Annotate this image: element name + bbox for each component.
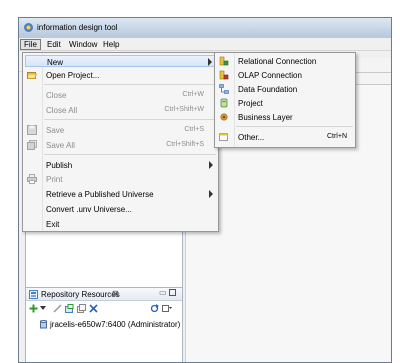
save-all-icon — [27, 140, 37, 150]
menu-file[interactable]: File — [20, 39, 41, 50]
data-foundation-icon — [219, 84, 229, 94]
project-icon — [220, 98, 228, 108]
menu-item-new[interactable]: New — [25, 55, 218, 67]
menu-item-label: Publish — [46, 161, 73, 170]
view-menu-icon[interactable] — [162, 304, 172, 313]
new-submenu: Relational Connection OLAP Connection Da… — [214, 52, 356, 148]
menu-item-print[interactable]: Print — [23, 173, 218, 185]
repository-toolbar — [26, 302, 182, 315]
shortcut-label: Ctrl+N — [326, 133, 347, 140]
menu-window[interactable]: Window — [66, 39, 100, 50]
minimize-icon[interactable]: ▭ — [159, 288, 167, 297]
menu-item-project[interactable]: Project — [215, 97, 355, 109]
menu-item-label: Exit — [46, 220, 60, 229]
repository-resources-panel: Repository Resources ⊠ ▭ jracelis-e650w7… — [25, 287, 183, 362]
refresh-icon[interactable] — [150, 304, 159, 313]
menu-separator — [44, 154, 216, 155]
menu-item-label: Print — [46, 175, 63, 184]
other-wizard-icon — [219, 133, 228, 141]
add-session-icon[interactable] — [29, 304, 38, 313]
menu-item-label: Close All — [46, 106, 78, 115]
menu-item-label: Business Layer — [238, 113, 293, 122]
menu-item-convert-universe[interactable]: Convert .unv Universe... — [23, 203, 218, 215]
menu-item-label: Save All — [46, 141, 75, 150]
menu-item-label: Data Foundation — [238, 85, 298, 94]
menu-item-label: Relational Connection — [238, 57, 317, 66]
file-menu: New Open Project... Close Ctrl+W Close A… — [22, 52, 219, 232]
menu-item-label: Retrieve a Published Universe — [46, 190, 154, 199]
menu-item-publish[interactable]: Publish — [23, 159, 218, 171]
shortcut-label: Ctrl+Shift+S — [166, 141, 204, 148]
menu-item-olap-connection[interactable]: OLAP Connection — [215, 69, 355, 81]
submenu-arrow-icon — [209, 161, 213, 169]
menu-item-label: Convert .unv Universe... — [46, 205, 132, 214]
menu-item-business-layer[interactable]: Business Layer — [215, 111, 355, 123]
menu-help[interactable]: Help — [100, 39, 122, 50]
menu-item-label: OLAP Connection — [238, 71, 302, 80]
menu-item-label: Open Project... — [46, 71, 100, 80]
delete-icon[interactable] — [89, 304, 98, 313]
open-folder-icon — [27, 72, 37, 79]
window-title: information design tool — [37, 23, 118, 32]
menu-item-retrieve-universe[interactable]: Retrieve a Published Universe — [23, 188, 218, 200]
business-layer-icon — [220, 113, 228, 121]
close-tab-icon[interactable]: ⊠ — [112, 289, 119, 298]
menu-item-save-all[interactable]: Save All Ctrl+Shift+S — [23, 139, 218, 151]
shortcut-label: Ctrl+W — [182, 91, 204, 98]
menu-item-label: Save — [46, 126, 65, 135]
menu-item-save[interactable]: Save Ctrl+S — [23, 124, 218, 136]
repository-header: Repository Resources ⊠ ▭ — [26, 288, 182, 301]
shortcut-label: Ctrl+S — [184, 126, 204, 133]
session-label: jracelis-e650w7:6400 (Administrator) — [50, 320, 181, 329]
menu-item-other[interactable]: Other... Ctrl+N — [215, 131, 355, 143]
maximize-icon[interactable] — [169, 289, 176, 296]
menu-item-exit[interactable]: Exit — [23, 218, 218, 230]
print-icon — [27, 174, 37, 184]
menu-edit[interactable]: Edit — [44, 39, 64, 50]
repository-title: Repository Resources — [41, 290, 120, 299]
relational-connection-icon — [219, 56, 229, 66]
menu-bar: File Edit Window Help — [19, 38, 391, 51]
database-icon — [40, 320, 47, 329]
insert-icon[interactable] — [65, 304, 74, 313]
shortcut-label: Ctrl+Shift+W — [164, 106, 204, 113]
menu-separator — [44, 84, 216, 85]
app-icon — [24, 23, 33, 32]
dropdown-arrow-icon[interactable] — [40, 306, 46, 311]
repository-icon — [29, 290, 38, 299]
menu-item-label: Close — [46, 91, 67, 100]
menu-item-close-all[interactable]: Close All Ctrl+Shift+W — [23, 104, 218, 116]
save-icon — [27, 125, 37, 135]
menu-item-data-foundation[interactable]: Data Foundation — [215, 83, 355, 95]
submenu-arrow-icon — [208, 58, 212, 66]
menu-separator — [236, 126, 353, 127]
menu-item-label: Project — [238, 99, 263, 108]
menu-item-close[interactable]: Close Ctrl+W — [23, 89, 218, 101]
menu-item-label: Other... — [238, 133, 265, 142]
submenu-arrow-icon — [209, 190, 213, 198]
copy-icon[interactable] — [77, 304, 86, 313]
menu-item-relational-connection[interactable]: Relational Connection — [215, 55, 355, 67]
edit-icon[interactable] — [53, 304, 62, 313]
title-bar: information design tool — [19, 18, 391, 38]
menu-item-label: New — [47, 58, 64, 67]
menu-separator — [44, 119, 216, 120]
olap-connection-icon — [219, 70, 229, 80]
menu-item-open-project[interactable]: Open Project... — [23, 69, 218, 81]
